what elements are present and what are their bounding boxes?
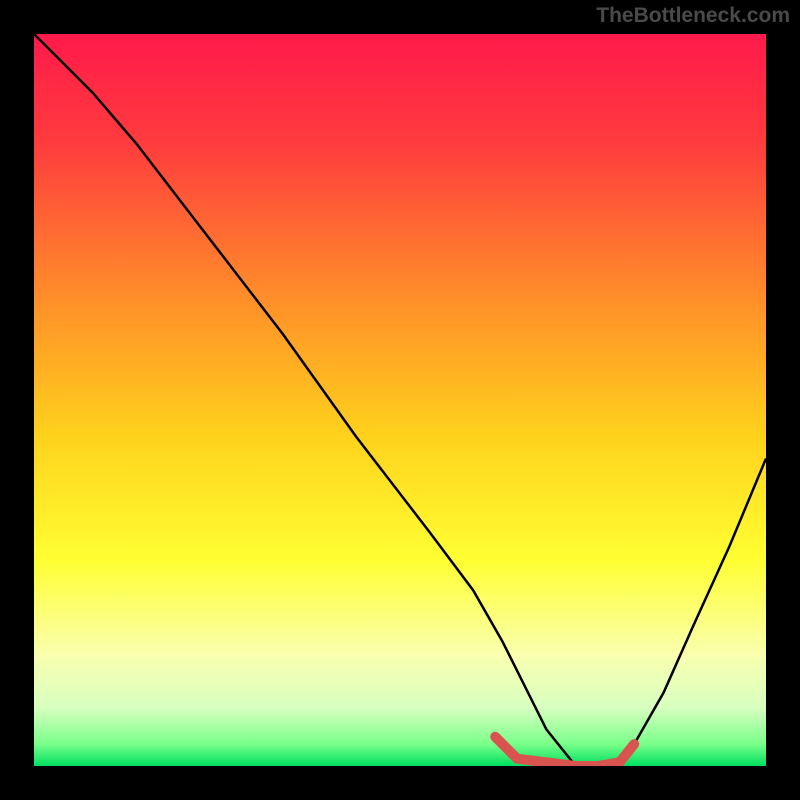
chart-svg [34, 34, 766, 766]
gradient-background [34, 34, 766, 766]
watermark-text: TheBottleneck.com [596, 4, 790, 28]
chart-area [34, 34, 766, 766]
